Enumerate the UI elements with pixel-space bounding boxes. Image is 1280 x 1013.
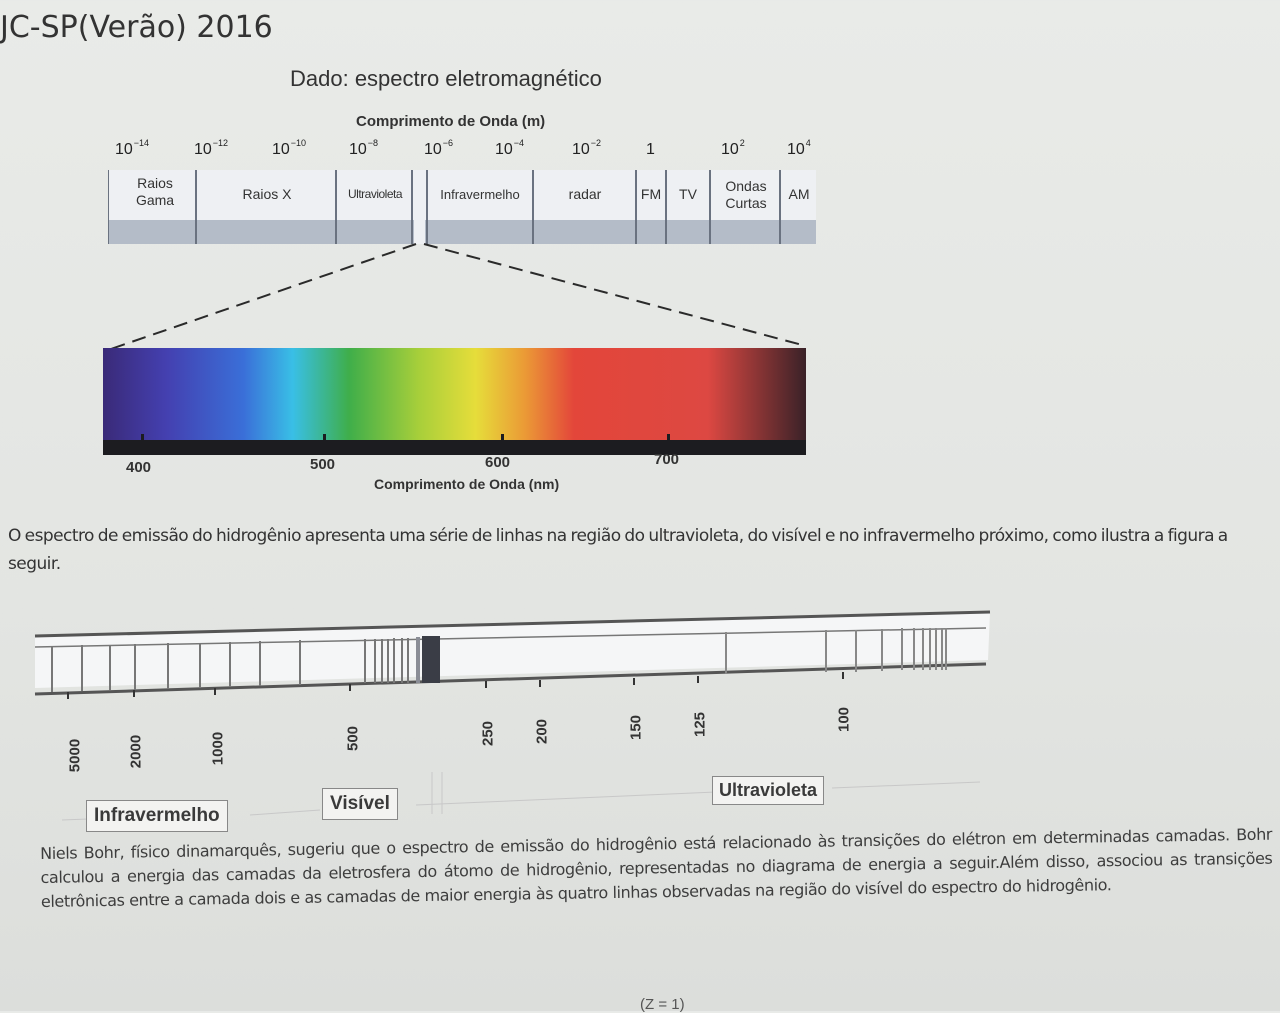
emission-tick-label: 125	[691, 711, 709, 738]
zoom-lines	[107, 243, 807, 351]
nm-tick-label: 400	[126, 459, 152, 476]
cut-off-text: (Z = 1)	[640, 996, 685, 1013]
region-visible-label: Visível	[322, 788, 398, 820]
emission-tick-label: 150	[627, 714, 645, 741]
nm-tick-label: 600	[485, 454, 511, 471]
emission-tick-label: 100	[835, 706, 853, 733]
wavelength-nm-label: Comprimento de Onda (nm)	[374, 476, 560, 492]
visible-spectrum-band	[103, 348, 806, 455]
emission-tick-label: 250	[479, 720, 497, 747]
nm-tick-label: 700	[654, 451, 680, 468]
bohr-paragraph: Niels Bohr, físico dinamarquês, sugeriu …	[40, 824, 1273, 911]
emission-tick-label: 200	[533, 718, 551, 745]
region-ultraviolet-label: Ultravioleta	[712, 776, 825, 805]
emission-tick-label: 500	[344, 725, 362, 752]
intro-paragraph: O espectro de emissão do hidrogênio apre…	[8, 526, 1228, 574]
hydrogen-emission-lines	[34, 610, 991, 699]
region-infrared-label: Infravermelho	[86, 800, 228, 832]
nm-tick-label: 500	[310, 456, 336, 473]
